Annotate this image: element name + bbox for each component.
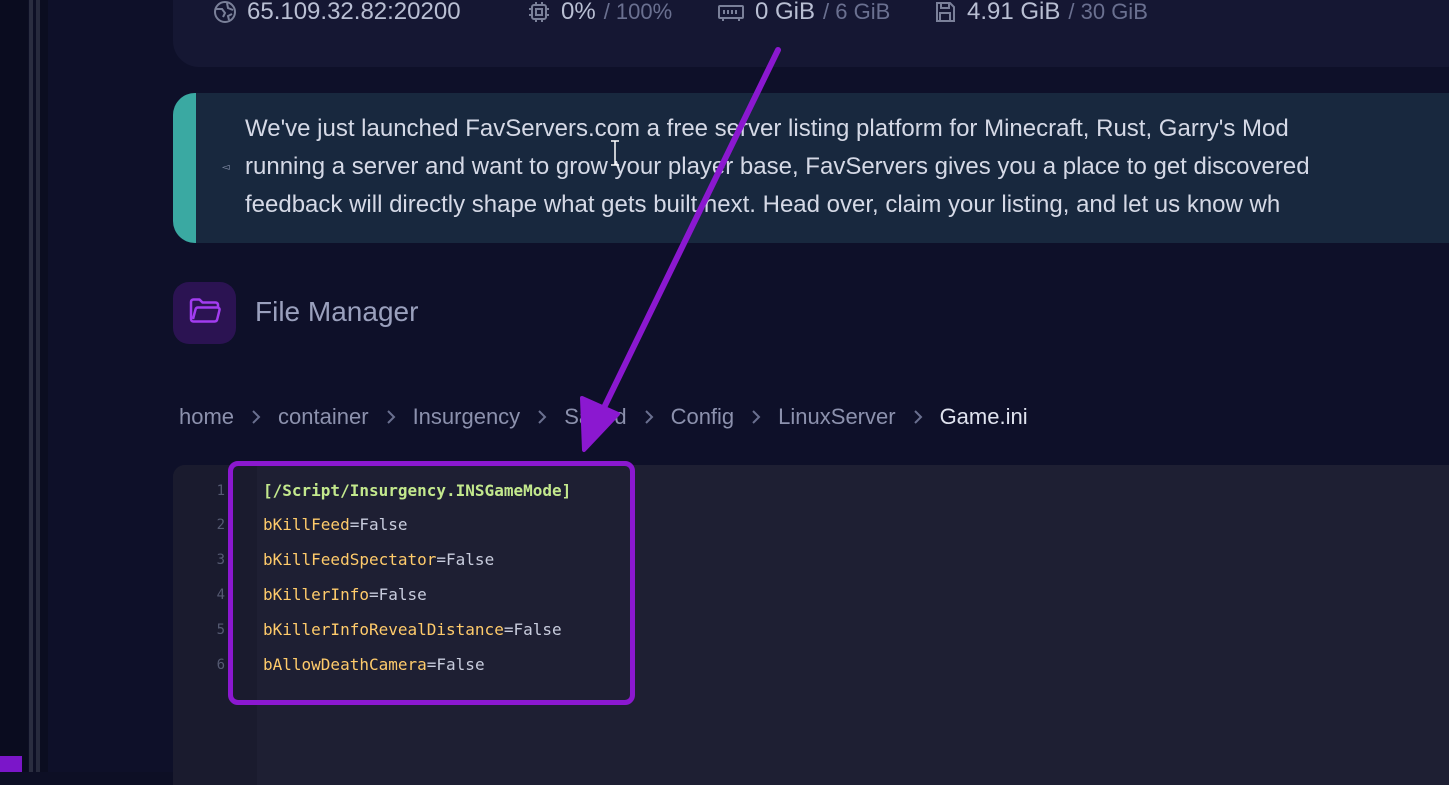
announcement-line: feedback will directly shape what gets b… (245, 191, 1281, 218)
stat-disk: 4.91 GiB / 30 GiB (933, 0, 1148, 25)
cpu-value: 0% (561, 0, 596, 25)
sidebar-divider (29, 0, 33, 772)
announcement-line: running a server and want to grow your p… (245, 153, 1310, 180)
stat-memory: 0 GiB / 6 GiB (717, 0, 891, 25)
breadcrumb-home[interactable]: home (179, 404, 234, 430)
line-number: 2 (216, 517, 225, 533)
line-number: 4 (216, 587, 225, 603)
disk-max: / 30 GiB (1068, 0, 1148, 24)
file-manager-icon-box (173, 282, 236, 344)
breadcrumb: home container Insurgency Saved Config L… (179, 404, 1028, 430)
breadcrumb-linuxserver[interactable]: LinuxServer (778, 404, 895, 430)
memory-value: 0 GiB (755, 0, 816, 25)
announcement-line: We've just launched FavServers.com a fre… (245, 115, 1289, 142)
sidebar-edge (40, 0, 48, 772)
announcement-banner: ◅ We've just launched FavServers.com a f… (173, 93, 1449, 243)
breadcrumb-container[interactable]: container (278, 404, 369, 430)
text-cursor-icon (611, 140, 619, 166)
memory-max: / 6 GiB (823, 0, 891, 24)
chevron-right-icon (642, 408, 656, 426)
line-number: 5 (216, 622, 225, 638)
disk-value: 4.91 GiB (967, 0, 1061, 25)
cpu-icon (527, 0, 551, 24)
sidebar-background (0, 0, 28, 772)
megaphone-icon: ◅ (222, 162, 230, 173)
breadcrumb-current-file: Game.ini (939, 404, 1028, 429)
annotation-highlight-box (228, 461, 635, 705)
chevron-right-icon (535, 408, 549, 426)
network-icon (213, 0, 237, 24)
breadcrumb-config[interactable]: Config (671, 404, 735, 430)
line-number: 1 (216, 483, 225, 499)
line-number: 3 (216, 552, 225, 568)
page-title: File Manager (255, 296, 419, 327)
announcement-text: We've just launched FavServers.com a fre… (245, 110, 1449, 224)
folder-icon (189, 297, 221, 330)
chevron-right-icon (384, 408, 398, 426)
breadcrumb-insurgency[interactable]: Insurgency (413, 404, 521, 430)
announcement-accent-bar (173, 93, 196, 243)
chevron-right-icon (249, 408, 263, 426)
line-number: 6 (216, 657, 225, 673)
sidebar-active-indicator (0, 756, 22, 772)
breadcrumb-saved[interactable]: Saved (564, 404, 626, 430)
memory-icon (717, 0, 745, 24)
server-address[interactable]: 65.109.32.82:20200 (247, 0, 461, 26)
cpu-max: / 100% (603, 0, 673, 24)
stat-cpu: 0% / 100% (527, 0, 673, 25)
chevron-right-icon (749, 408, 763, 426)
chevron-right-icon (911, 408, 925, 426)
disk-icon (933, 0, 957, 24)
stat-address: 65.109.32.82:20200 (213, 0, 461, 26)
